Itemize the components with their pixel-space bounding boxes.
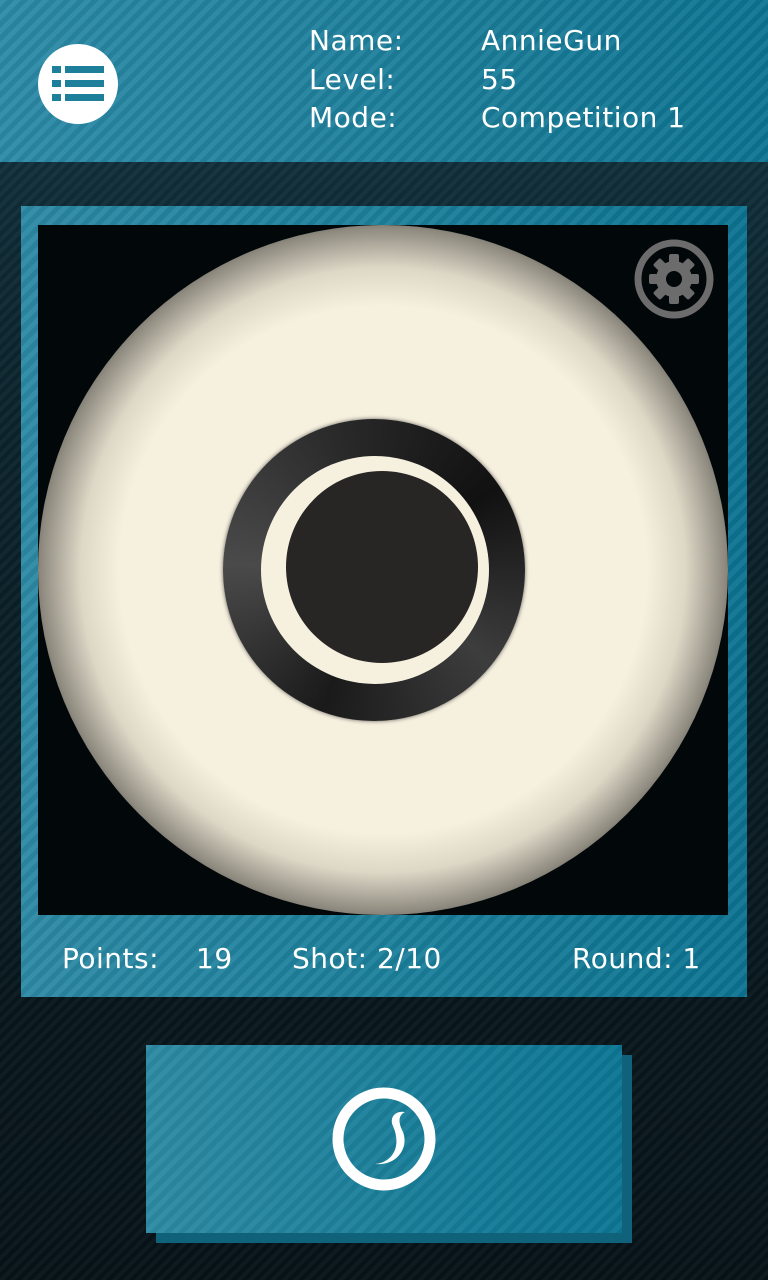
mode-value: Competition 1 (481, 101, 686, 134)
gear-icon (634, 239, 714, 319)
target-panel: Points: 19 Shot: 2/10 Round: 1 (21, 206, 747, 997)
shot-counter: Shot: 2/10 (292, 942, 442, 975)
header-bar: Name: AnnieGun Level: 55 Mode: Competiti… (0, 0, 768, 162)
level-value: 55 (481, 63, 518, 96)
name-label: Name: (309, 24, 404, 57)
name-value: AnnieGun (481, 24, 622, 57)
round-counter: Round: 1 (572, 942, 701, 975)
level-label: Level: (309, 63, 396, 96)
menu-button[interactable] (38, 44, 118, 124)
bullseye (286, 471, 478, 663)
settings-button[interactable] (634, 239, 714, 319)
points-value: 19 (196, 942, 233, 975)
list-menu-icon (52, 66, 104, 101)
shoot-icon (332, 1087, 436, 1191)
shoot-button[interactable] (146, 1045, 622, 1233)
mode-label: Mode: (309, 101, 398, 134)
target-view[interactable] (38, 225, 728, 915)
points-label: Points: (62, 942, 160, 975)
